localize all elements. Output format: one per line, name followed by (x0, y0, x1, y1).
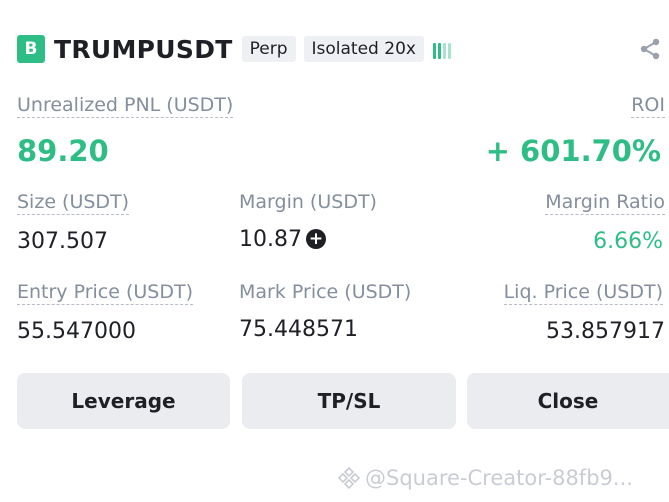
margin-label: Margin (USDT) (239, 191, 377, 213)
contract-type-tag: Perp (241, 36, 296, 62)
roi-label[interactable]: ROI (631, 94, 665, 118)
margin-mode-tag: Isolated 20x (303, 36, 424, 62)
margin-ratio-label[interactable]: Margin Ratio (545, 191, 665, 215)
add-margin-icon[interactable]: + (305, 229, 326, 249)
close-button[interactable]: Close (467, 373, 669, 429)
unrealized-pnl-value: 89.20 (17, 134, 109, 168)
mark-price-value: 75.448571 (239, 317, 358, 342)
liq-price-value: 53.857917 (546, 319, 665, 344)
symbol-title[interactable]: TRUMPUSDT (54, 35, 233, 64)
size-label[interactable]: Size (USDT) (17, 191, 130, 215)
position-header: B TRUMPUSDT Perp Isolated 20x (17, 34, 451, 64)
entry-price-label[interactable]: Entry Price (USDT) (17, 281, 194, 305)
margin-value: 10.87 (239, 227, 302, 252)
mark-price-label: Mark Price (USDT) (239, 281, 412, 303)
adl-indicator-icon (432, 39, 451, 59)
watermark-text: @Square-Creator-88fb9... (365, 466, 633, 490)
tpsl-button[interactable]: TP/SL (242, 373, 456, 429)
leverage-button[interactable]: Leverage (17, 373, 230, 429)
side-badge: B (17, 35, 45, 63)
unrealized-pnl-label[interactable]: Unrealized PNL (USDT) (17, 94, 234, 118)
margin-ratio-value: 6.66% (593, 229, 663, 254)
entry-price-value: 55.547000 (17, 319, 136, 344)
binance-logo-icon (337, 466, 361, 490)
liq-price-label[interactable]: Liq. Price (USDT) (503, 281, 663, 305)
size-value: 307.507 (17, 229, 108, 254)
watermark: @Square-Creator-88fb9... (337, 466, 633, 490)
roi-value: + 601.70% (485, 134, 661, 168)
share-icon[interactable] (639, 38, 661, 60)
margin-value-row: 10.87 + (239, 227, 326, 252)
